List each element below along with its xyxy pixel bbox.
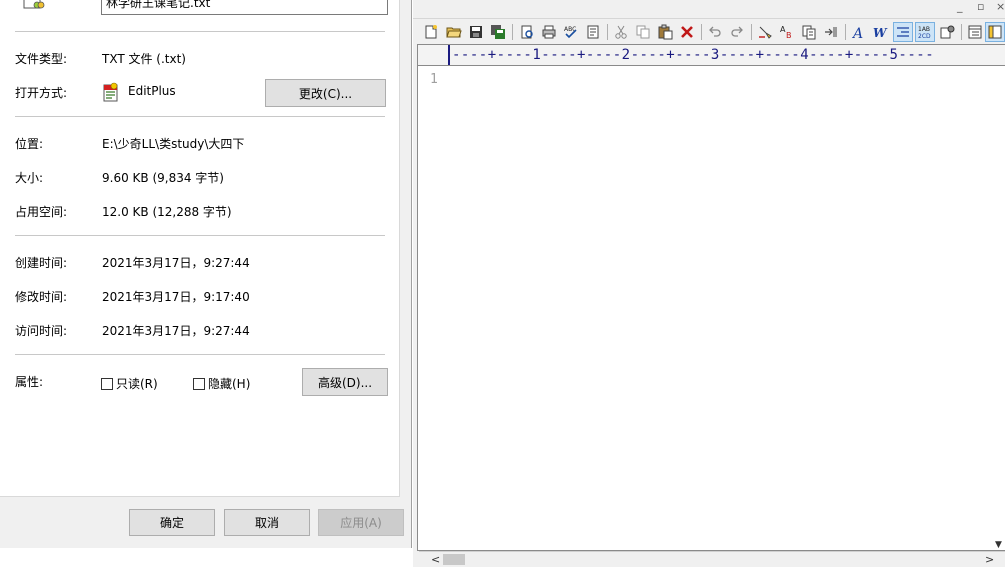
settings-icon[interactable] (937, 22, 957, 42)
copy-icon[interactable] (633, 22, 653, 42)
accessed-label: 访问时间: (15, 324, 68, 338)
cut-icon[interactable] (611, 22, 631, 42)
scroll-right-icon[interactable]: > (985, 553, 994, 566)
location-value: E:\少奇LL\类study\大四下 (102, 137, 245, 151)
created-label: 创建时间: (15, 256, 68, 270)
size-on-disk-label: 占用空间: (15, 205, 68, 219)
replace-icon[interactable]: AB (777, 22, 797, 42)
ruler: ----+----1----+----2----+----3----+----4… (418, 45, 1005, 66)
save-all-icon[interactable] (488, 22, 508, 42)
paste-icon[interactable] (655, 22, 675, 42)
svg-text:2CD: 2CD (918, 33, 931, 40)
divider (15, 116, 385, 117)
open-with-value: EditPlus (128, 84, 176, 98)
editor-text-area[interactable]: ----+----1----+----2----+----3----+----4… (417, 44, 1005, 551)
print-preview-icon[interactable] (517, 22, 537, 42)
divider (15, 354, 385, 355)
restore-icon[interactable]: ▫ (977, 0, 984, 13)
spellcheck-icon[interactable]: ABC (561, 22, 581, 42)
readonly-checkbox[interactable]: 只读(R) (101, 375, 158, 392)
indent-icon[interactable] (821, 22, 841, 42)
divider (15, 31, 385, 32)
accessed-value: 2021年3月17日，9:27:44 (102, 324, 250, 338)
size-label: 大小: (15, 171, 44, 185)
modified-value: 2021年3月17日，9:17:40 (102, 290, 250, 304)
svg-text:A: A (851, 26, 863, 40)
line-number: 1 (430, 72, 438, 87)
change-button[interactable]: 更改(C)... (265, 79, 386, 107)
location-label: 位置: (15, 137, 44, 151)
toolbar-separator (845, 24, 846, 40)
ruler-icon[interactable]: 1AB 2CD (915, 22, 935, 42)
minimize-icon[interactable]: _ (957, 0, 963, 13)
scroll-down-icon[interactable]: ▼ (995, 540, 1002, 550)
window-icon[interactable] (985, 22, 1005, 42)
toggle-panel-icon[interactable] (965, 22, 985, 42)
created-value: 2021年3月17日，9:27:44 (102, 256, 250, 270)
toolbar-separator (961, 24, 962, 40)
svg-text:W: W (873, 26, 888, 40)
filename-input[interactable]: 林学研王课笔记.txt (101, 0, 388, 15)
divider (15, 235, 385, 236)
new-file-icon[interactable] (421, 22, 441, 42)
save-icon[interactable] (466, 22, 486, 42)
open-with-label: 打开方式: (15, 86, 68, 100)
svg-text:1AB: 1AB (918, 26, 930, 33)
attributes-label: 属性: (15, 375, 44, 389)
toolbar-separator (512, 24, 513, 40)
redo-icon[interactable] (727, 22, 747, 42)
file-type-value: TXT 文件 (.txt) (102, 52, 186, 66)
print-icon[interactable] (539, 22, 559, 42)
svg-text:B: B (786, 31, 792, 40)
editplus-window: _ ▫ × ABC A B A W 1AB 2CD ----+----1----… (413, 0, 1005, 567)
hidden-checkbox[interactable]: 隐藏(H) (193, 375, 250, 392)
checkbox-box[interactable] (101, 377, 113, 390)
find-icon[interactable] (755, 22, 775, 42)
word-wrap-icon[interactable]: W (871, 22, 891, 42)
size-on-disk-value: 12.0 KB (12,288 字节) (102, 205, 232, 219)
scrollbar-thumb[interactable] (443, 554, 465, 565)
file-type-label: 文件类型: (15, 52, 68, 66)
view-icon[interactable] (583, 22, 603, 42)
undo-icon[interactable] (705, 22, 725, 42)
scroll-left-icon[interactable]: < (431, 553, 440, 566)
copy-format-icon[interactable] (799, 22, 819, 42)
hidden-label: 隐藏(H) (208, 377, 251, 391)
ruler-marks: ----+----1----+----2----+----3----+----4… (452, 47, 935, 63)
properties-dialog: 林学研王课笔记.txt 文件类型: TXT 文件 (.txt) 打开方式: Ed… (0, 0, 412, 548)
toolbar-separator (607, 24, 608, 40)
close-icon[interactable]: × (996, 0, 1005, 13)
file-type-icon (23, 0, 45, 9)
open-folder-icon[interactable] (444, 22, 464, 42)
cancel-button[interactable]: 取消 (224, 509, 310, 536)
toolbar-separator (701, 24, 702, 40)
apply-button[interactable]: 应用(A) (318, 509, 404, 536)
line-number-icon[interactable] (893, 22, 913, 42)
toolbar: ABC AB A W 1AB 2CD (413, 18, 1005, 44)
general-tab-panel: 林学研王课笔记.txt 文件类型: TXT 文件 (.txt) 打开方式: Ed… (0, 0, 400, 497)
toolbar-separator (751, 24, 752, 40)
delete-icon[interactable] (677, 22, 697, 42)
ruler-margin (418, 45, 450, 65)
font-icon[interactable]: A (849, 22, 869, 42)
checkbox-box[interactable] (193, 377, 205, 390)
ok-button[interactable]: 确定 (129, 509, 215, 536)
size-value: 9.60 KB (9,834 字节) (102, 171, 224, 185)
modified-label: 修改时间: (15, 290, 68, 304)
readonly-label: 只读(R) (116, 377, 158, 391)
horizontal-scrollbar[interactable]: < > (419, 551, 1005, 567)
advanced-button[interactable]: 高级(D)... (302, 368, 388, 396)
editplus-app-icon (103, 82, 118, 102)
